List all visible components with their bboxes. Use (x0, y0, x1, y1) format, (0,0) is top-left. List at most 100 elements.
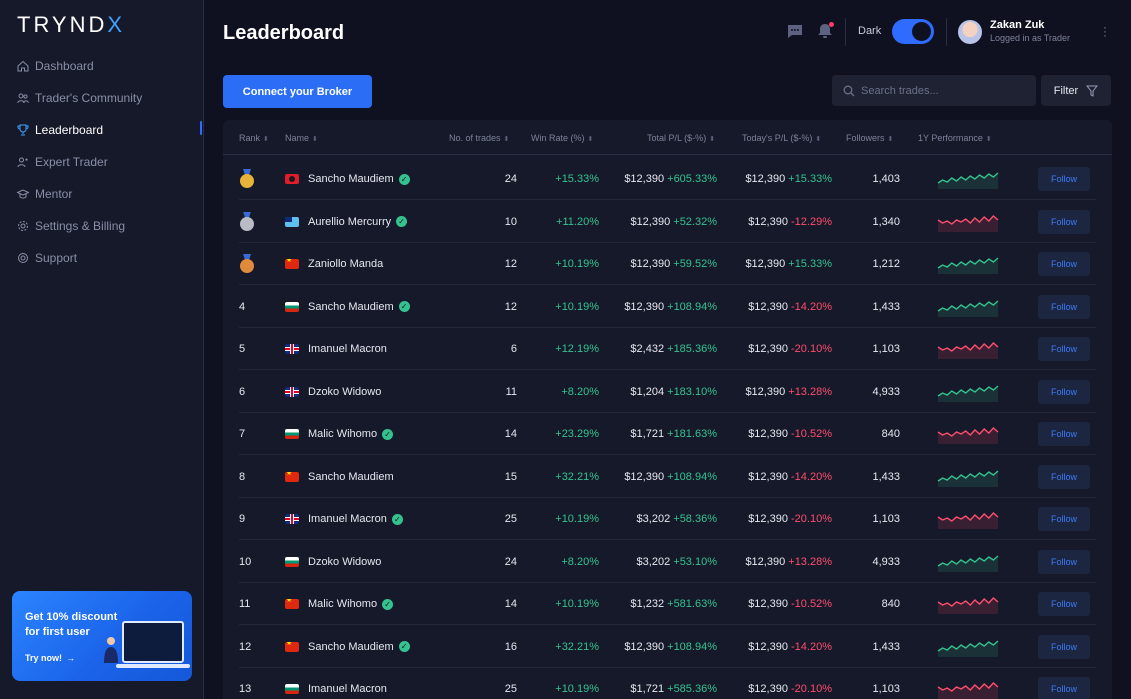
sidebar-item-mentor[interactable]: Mentor (0, 178, 204, 210)
follow-button[interactable]: Follow (1038, 549, 1090, 574)
follow-button[interactable]: Follow (1038, 634, 1090, 659)
chat-icon[interactable] (786, 22, 804, 40)
user-name[interactable]: Zakan Zuk (990, 19, 1044, 31)
column-header[interactable]: No. of trades ⬍ (449, 133, 509, 143)
trader-name[interactable]: Sancho Maudiem (308, 301, 394, 313)
follow-button[interactable]: Follow (1038, 677, 1090, 699)
sort-icon: ⬍ (587, 136, 594, 143)
column-header[interactable]: Name ⬍ (285, 133, 318, 143)
search-box[interactable] (832, 75, 1036, 106)
win-rate: +10.19% (555, 598, 599, 610)
follow-button[interactable]: Follow (1038, 464, 1090, 489)
performance-sparkline (937, 286, 1001, 328)
flag-bg-icon (285, 429, 299, 439)
trader-name[interactable]: Dzoko Widowo (308, 556, 381, 568)
table-row[interactable]: 12 Sancho Maudiem ✓ 16 +32.21% $12,390 +108.9… (239, 626, 1096, 668)
follow-button[interactable]: Follow (1038, 422, 1090, 446)
follow-button[interactable]: Follow (1038, 167, 1090, 191)
column-header[interactable]: Today's P/L ($-%) ⬍ (742, 133, 821, 143)
trader-name[interactable]: Sancho Maudiem (308, 641, 394, 653)
sidebar-item-trader-s-community[interactable]: Trader's Community (0, 82, 204, 114)
today-pl-amount: $12,390 (748, 683, 788, 695)
more-vertical-icon[interactable]: · · · (1103, 21, 1107, 41)
search-icon (843, 85, 855, 96)
total-pl-amount: $3,202 (636, 513, 671, 525)
sidebar-item-leaderboard[interactable]: Leaderboard (0, 114, 204, 146)
table-row[interactable]: 10 Dzoko Widowo 24 +8.20% $3,202 +53.10% $12,… (239, 541, 1096, 583)
sidebar-item-label: Dashboard (35, 59, 94, 73)
follow-button[interactable]: Follow (1038, 252, 1090, 276)
trader-name[interactable]: Imanuel Macron (308, 343, 387, 355)
column-header[interactable]: 1Y Performance ⬍ (918, 133, 992, 143)
sidebar-item-expert-trader[interactable]: Expert Trader (0, 146, 204, 178)
dark-mode-toggle[interactable] (892, 19, 934, 44)
performance-sparkline (937, 413, 1001, 455)
win-rate: +8.20% (561, 385, 599, 398)
table-row[interactable]: Sancho Maudiem ✓ 24 +15.33% $12,390 +605.33%… (239, 158, 1096, 200)
trader-name[interactable]: Aurellio Mercurry (308, 216, 391, 228)
table-row[interactable]: 4 Sancho Maudiem ✓ 12 +10.19% $12,390 +108.94… (239, 286, 1096, 328)
sidebar-item-support[interactable]: Support (0, 242, 204, 274)
search-input[interactable] (861, 84, 1021, 97)
total-pl-percent: +52.32% (673, 215, 717, 228)
total-pl-amount: $1,204 (630, 385, 665, 398)
sidebar-item-dashboard[interactable]: Dashboard (0, 50, 204, 82)
trader-name[interactable]: Sancho Maudiem (308, 173, 394, 185)
trader-name[interactable]: Zaniollo Manda (308, 258, 383, 270)
trader-name[interactable]: Imanuel Macron (308, 513, 387, 525)
trader-name[interactable]: Malic Wihomo (308, 428, 377, 440)
trader-name[interactable]: Sancho Maudiem (308, 471, 394, 483)
toggle-knob (912, 22, 931, 41)
performance-sparkline (937, 328, 1001, 370)
follow-button[interactable]: Follow (1038, 337, 1090, 361)
flag-gb-icon (285, 514, 299, 524)
graduation-cap-icon (17, 188, 29, 200)
promo-card[interactable]: Get 10% discount for first user Try now!… (12, 591, 192, 681)
app-logo[interactable]: TRYNDX (17, 12, 125, 38)
trades-count: 15 (504, 470, 517, 483)
trades-count: 14 (504, 598, 517, 610)
followers-count: 1,103 (872, 513, 900, 525)
follow-button[interactable]: Follow (1038, 209, 1090, 234)
follow-button[interactable]: Follow (1038, 592, 1090, 616)
table-row[interactable]: Aurellio Mercurry ✓ 10 +11.20% $12,390 +52.3… (239, 201, 1096, 243)
today-pl-amount: $12,390 (745, 555, 786, 568)
total-pl-percent: +183.10% (667, 385, 717, 398)
column-header[interactable]: Total P/L ($-%) ⬍ (647, 133, 715, 143)
followers-count: 840 (881, 598, 900, 610)
rank-number: 10 (239, 555, 252, 568)
follow-button[interactable]: Follow (1038, 507, 1090, 531)
sidebar-item-settings-billing[interactable]: Settings & Billing (0, 210, 204, 242)
trader-name[interactable]: Malic Wihomo (308, 598, 377, 610)
bell-icon[interactable] (816, 22, 834, 40)
table-row[interactable]: 6 Dzoko Widowo 11 +8.20% $1,204 +183.10% $12,… (239, 371, 1096, 413)
column-header[interactable]: Followers ⬍ (846, 133, 893, 143)
promo-cta-link[interactable]: Try now! → (25, 653, 75, 663)
trader-name[interactable]: Dzoko Widowo (308, 386, 381, 398)
table-row[interactable]: 8 Sancho Maudiem 15 +32.21% $12,390 +108.94%… (239, 456, 1096, 498)
gold-medal-icon (239, 169, 255, 189)
follow-button[interactable]: Follow (1038, 379, 1090, 404)
today-pl-percent: -12.29% (791, 215, 832, 228)
total-pl-percent: +581.63% (667, 598, 717, 610)
sidebar-item-label: Leaderboard (35, 123, 104, 137)
table-row[interactable]: 13 Imanuel Macron 25 +10.19% $1,721 +585.36%… (239, 668, 1096, 699)
avatar[interactable] (958, 20, 982, 44)
table-row[interactable]: 5 Imanuel Macron 6 +12.19% $2,432 +185.36% $1… (239, 328, 1096, 370)
sidebar-item-label: Support (35, 251, 78, 265)
follow-button[interactable]: Follow (1038, 294, 1090, 319)
trades-count: 25 (504, 683, 517, 695)
table-row[interactable]: Zaniollo Manda12+10.19%$12,390 +59.52%$1… (239, 243, 1096, 285)
filter-button[interactable]: Filter (1041, 75, 1111, 106)
trader-name[interactable]: Imanuel Macron (308, 683, 387, 695)
users-icon (17, 92, 29, 104)
flag-cn-icon (285, 599, 299, 609)
table-row[interactable]: 9 Imanuel Macron ✓ 25 +10.19% $3,202 +58.36% $… (239, 498, 1096, 540)
table-row[interactable]: 11 Malic Wihomo ✓ 14 +10.19% $1,232 +581.63% $… (239, 583, 1096, 625)
column-header[interactable]: Rank ⬍ (239, 133, 269, 143)
column-header-label: Rank (239, 133, 261, 143)
table-row[interactable]: 7 Malic Wihomo ✓ 14 +23.29% $1,721 +181.63% $1… (239, 413, 1096, 455)
column-header[interactable]: Win Rate (%) ⬍ (531, 133, 593, 143)
sidebar-item-label: Settings & Billing (35, 219, 126, 233)
connect-broker-button[interactable]: Connect your Broker (223, 75, 372, 108)
